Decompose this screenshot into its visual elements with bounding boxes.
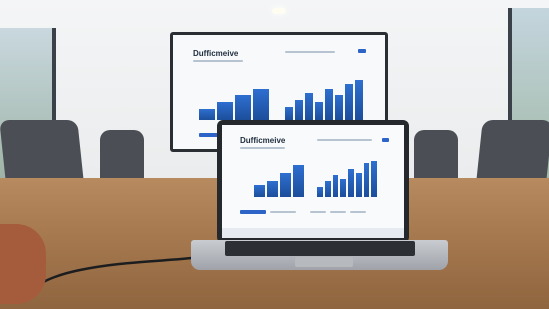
- person-hand: [0, 224, 46, 304]
- laptop-right-chart-bar-5: [348, 169, 354, 197]
- laptop-keyboard: [225, 241, 415, 256]
- laptop-footer-line: [270, 211, 296, 213]
- laptop-right-chart-bar-2: [324, 181, 331, 197]
- laptop-screen: Dufficmeive: [222, 125, 404, 238]
- laptop-right-chart-bar-3: [332, 175, 339, 197]
- laptop-nav-line: [317, 139, 372, 141]
- laptop-right-chart-bar-1: [317, 187, 323, 197]
- laptop-right-chart-bar-7: [363, 163, 370, 197]
- laptop-footer-button: [240, 210, 266, 214]
- laptop-subtitle-line: [240, 147, 285, 149]
- laptop-left-chart-bar-3: [280, 173, 291, 197]
- laptop-left-chart: [254, 157, 304, 197]
- laptop-footer-item-2: [330, 211, 346, 213]
- laptop-left-chart-bar-1: [254, 185, 265, 197]
- laptop-right-chart-bar-6: [355, 173, 362, 197]
- laptop-right-chart-bar-4: [340, 179, 346, 197]
- laptop-left-chart-bar-2: [267, 181, 278, 197]
- laptop-right-chart-bar-8: [371, 161, 377, 197]
- laptop-nav-button: [382, 138, 389, 142]
- laptop-brand-title: Dufficmeive: [240, 136, 286, 145]
- laptop-taskbar: [222, 228, 404, 238]
- laptop-lid: Dufficmeive: [217, 120, 409, 243]
- laptop-footer-item-3: [350, 211, 366, 213]
- laptop-left-chart-bar-4: [293, 165, 304, 197]
- laptop-trackpad: [295, 257, 353, 267]
- laptop-right-chart: [317, 157, 377, 197]
- meeting-room-scene: Dufficmeive Dufficmeive: [0, 0, 549, 309]
- laptop-footer-item-1: [310, 211, 326, 213]
